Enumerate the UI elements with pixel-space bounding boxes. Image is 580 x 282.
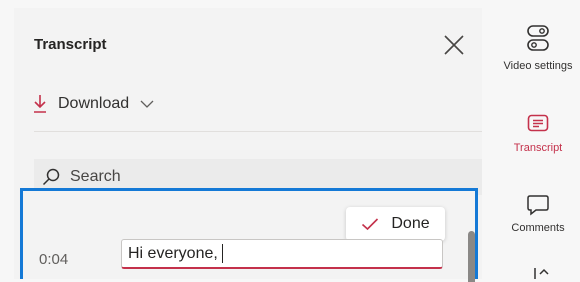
partial-rail-icon [534, 268, 549, 279]
entry-timestamp[interactable]: 0:04 [39, 251, 68, 268]
text-cursor [221, 244, 223, 263]
close-button[interactable] [441, 32, 467, 58]
rail-item-transcript[interactable]: Transcript [496, 114, 580, 155]
search-placeholder: Search [70, 168, 121, 185]
checkmark-icon [362, 218, 379, 231]
chevron-down-icon [140, 100, 154, 108]
search-icon [42, 168, 60, 186]
download-label: Download [58, 95, 130, 112]
transcript-list: Done 0:04 Hi everyone, [20, 188, 478, 282]
rail-label-video-settings: Video settings [503, 60, 573, 72]
close-icon[interactable] [441, 32, 467, 58]
rail-label-transcript: Transcript [513, 142, 563, 154]
transcript-icon [527, 114, 549, 132]
comments-icon [527, 195, 549, 216]
done-button[interactable]: Done [346, 207, 445, 241]
scrollbar-thumb[interactable] [468, 231, 475, 282]
transcript-entry-text: Hi everyone, [128, 244, 218, 262]
video-settings-icon [527, 25, 549, 51]
download-icon [34, 95, 46, 113]
download-button[interactable]: Download [32, 90, 155, 118]
rail-item-comments[interactable]: Comments [496, 194, 580, 235]
rail-item-video-settings[interactable]: Video settings [496, 24, 580, 73]
right-rail: Video settings Transcript Comments [496, 0, 580, 279]
divider [34, 131, 482, 132]
done-label: Done [391, 215, 430, 232]
transcript-entry-input[interactable]: Hi everyone, [121, 239, 443, 269]
rail-item-more[interactable] [496, 262, 580, 279]
rail-label-comments: Comments [511, 222, 565, 234]
panel-title: Transcript [34, 36, 107, 53]
